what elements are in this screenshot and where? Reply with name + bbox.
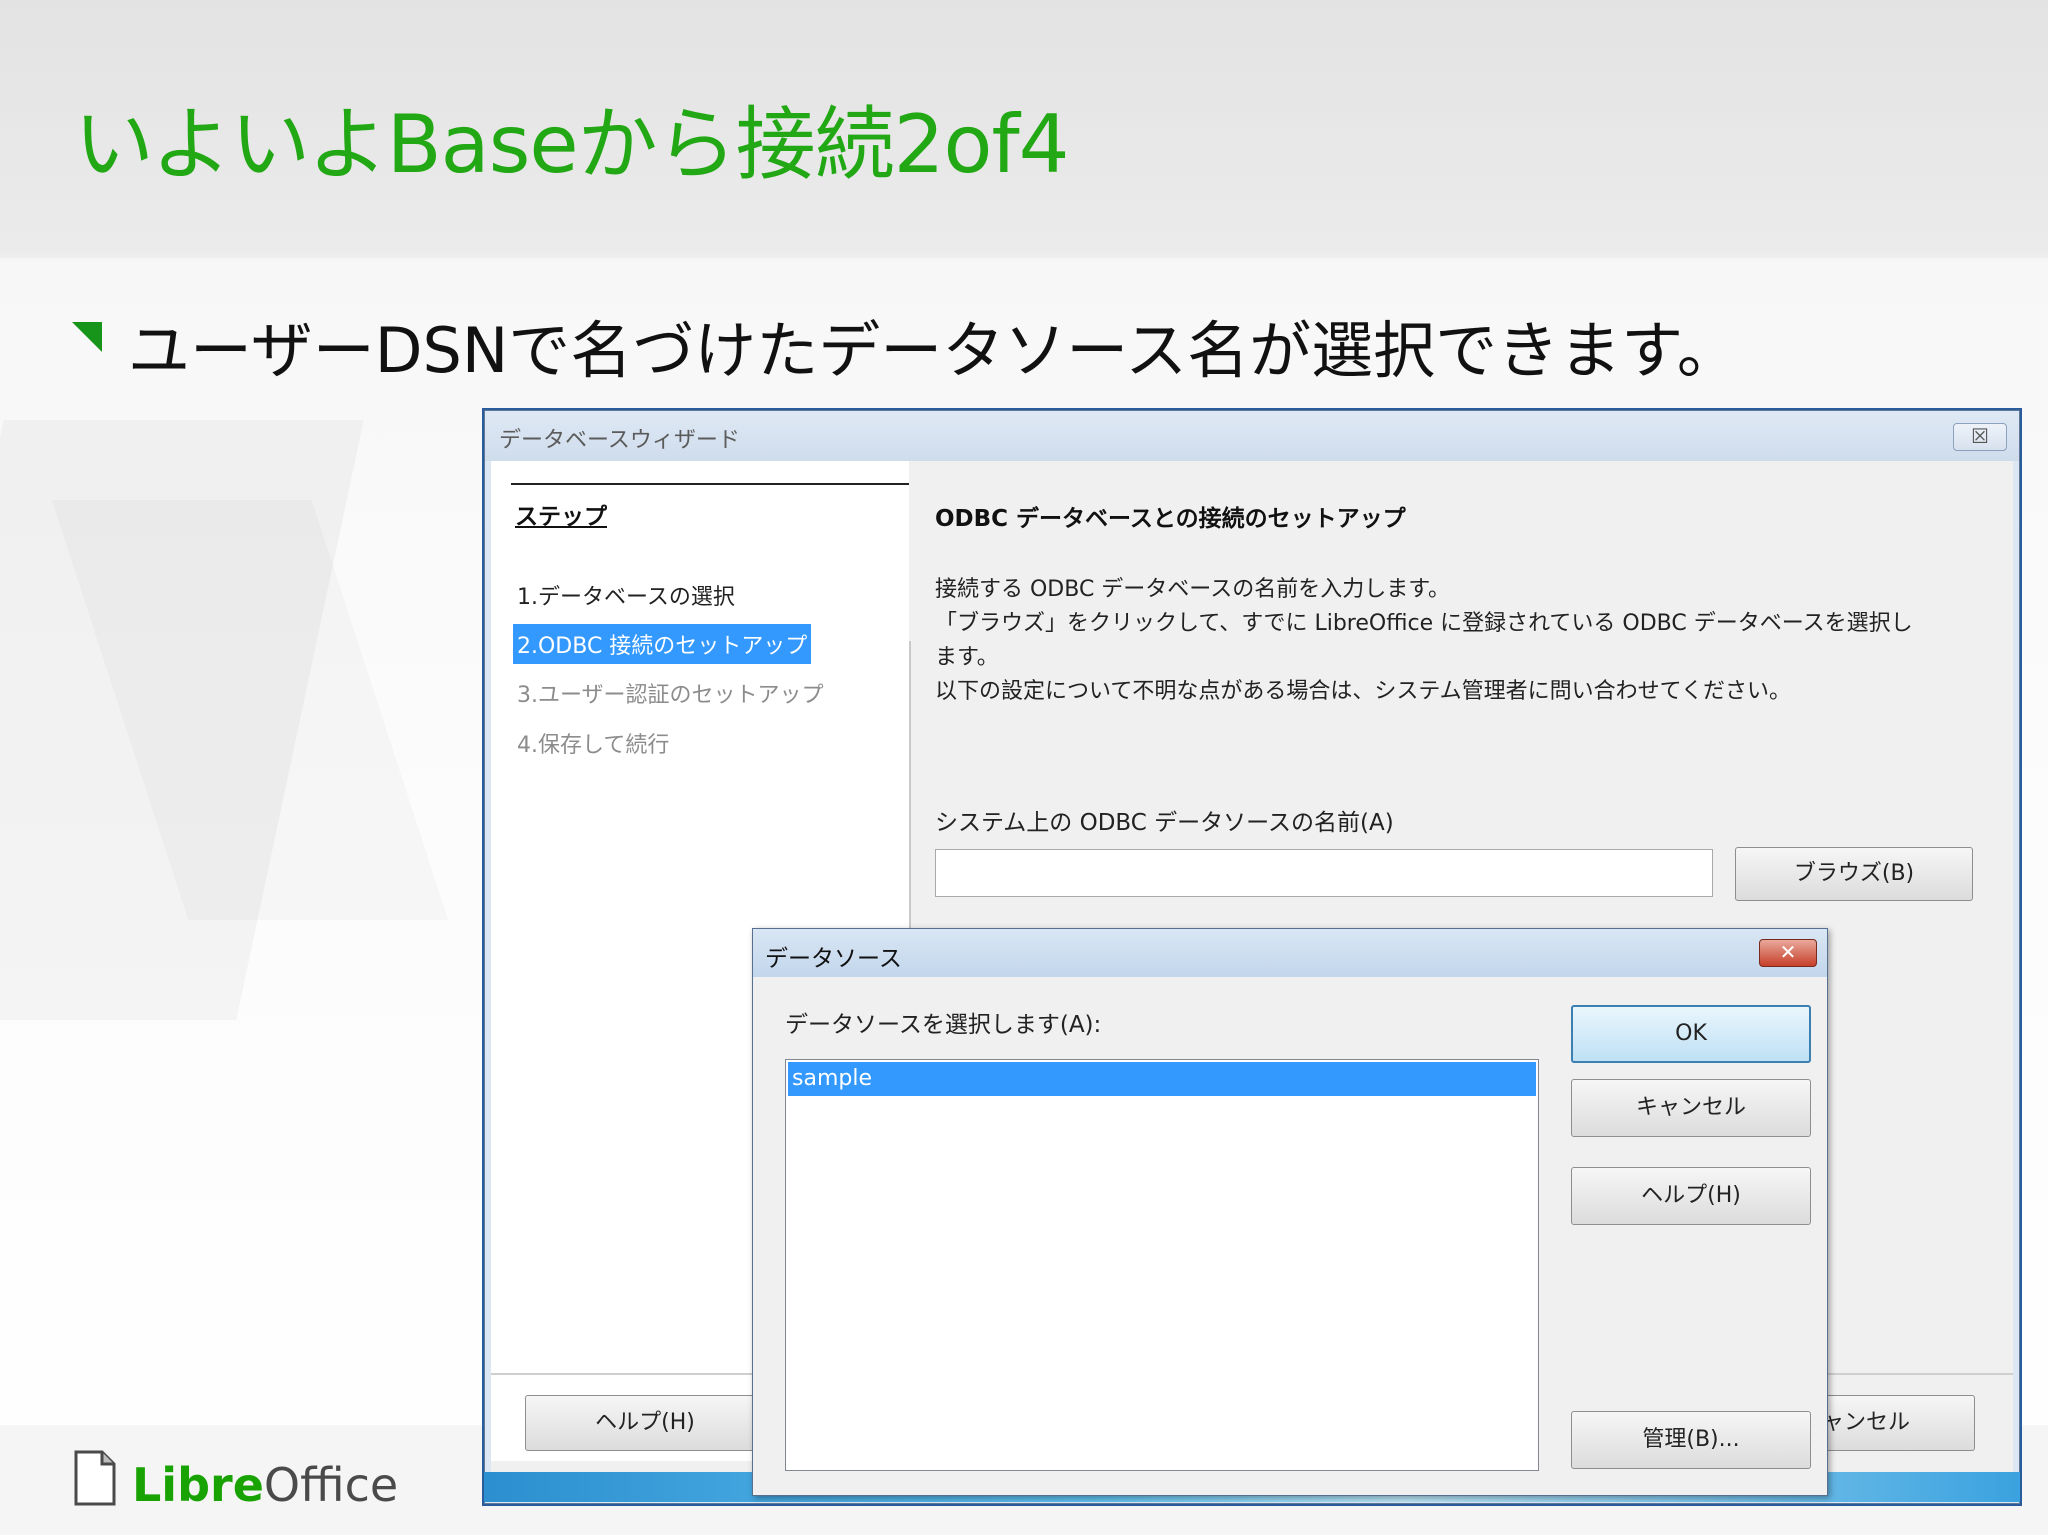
bullet-text: ユーザーDSNで名づけたデータソース名が選択できます。	[128, 314, 1739, 387]
step-save-proceed: 4.保存して続行	[517, 733, 670, 758]
description-line: 以下の設定について不明な点がある場合は、システム管理者に問い合わせてください。	[935, 679, 1792, 704]
odbc-name-label: システム上の ODBC データソースの名前(A)	[935, 810, 1394, 836]
datasource-list-label: データソースを選択します(A):	[785, 1012, 1102, 1038]
cancel-button[interactable]: キャンセル	[1571, 1079, 1811, 1137]
odbc-name-input[interactable]	[935, 849, 1713, 897]
logo-wordmark: LibreOffice	[132, 1458, 398, 1512]
page-description: 接続する ODBC データベースの名前を入力します。 「ブラウズ」をクリックして…	[935, 573, 1975, 709]
page-heading: ODBC データベースとの接続のセットアップ	[935, 506, 1406, 532]
datasource-dialog: データソース ✕ データソースを選択します(A): sample OK キャンセ…	[752, 928, 1828, 1496]
list-item[interactable]: sample	[788, 1062, 1536, 1096]
step-odbc-setup[interactable]: 2.ODBC 接続のセットアップ	[513, 624, 812, 664]
ok-button[interactable]: OK	[1571, 1005, 1811, 1063]
steps-heading: ステップ	[515, 504, 607, 530]
description-line: ます。	[935, 645, 999, 670]
bullet-triangle-icon	[72, 322, 102, 352]
steps-divider	[511, 483, 909, 485]
datasource-list[interactable]: sample	[785, 1059, 1539, 1471]
datasource-title: データソース	[765, 946, 902, 972]
logo-libre: Libre	[132, 1458, 264, 1512]
document-icon	[74, 1450, 116, 1506]
help-button[interactable]: ヘルプ(H)	[1571, 1167, 1811, 1225]
wizard-title: データベースウィザード	[499, 428, 740, 453]
manage-button[interactable]: 管理(B)...	[1571, 1411, 1811, 1469]
slide-title: いよいよBaseから接続2of4	[74, 98, 1070, 191]
logo-office: Office	[263, 1458, 399, 1512]
datasource-titlebar[interactable]: データソース ✕	[753, 929, 1827, 977]
step-select-database[interactable]: 1.データベースの選択	[513, 575, 739, 615]
description-line: 「ブラウズ」をクリックして、すでに LibreOffice に登録されている O…	[935, 611, 1913, 636]
wizard-titlebar[interactable]: データベースウィザード ☒	[485, 411, 2019, 461]
wizard-help-button[interactable]: ヘルプ(H)	[525, 1395, 765, 1451]
step-user-auth: 3.ユーザー認証のセットアップ	[517, 683, 824, 708]
browse-button[interactable]: ブラウズ(B)	[1735, 847, 1973, 901]
description-line: 接続する ODBC データベースの名前を入力します。	[935, 577, 1451, 602]
wizard-close-button[interactable]: ☒	[1953, 423, 2007, 451]
datasource-close-button[interactable]: ✕	[1759, 939, 1817, 967]
